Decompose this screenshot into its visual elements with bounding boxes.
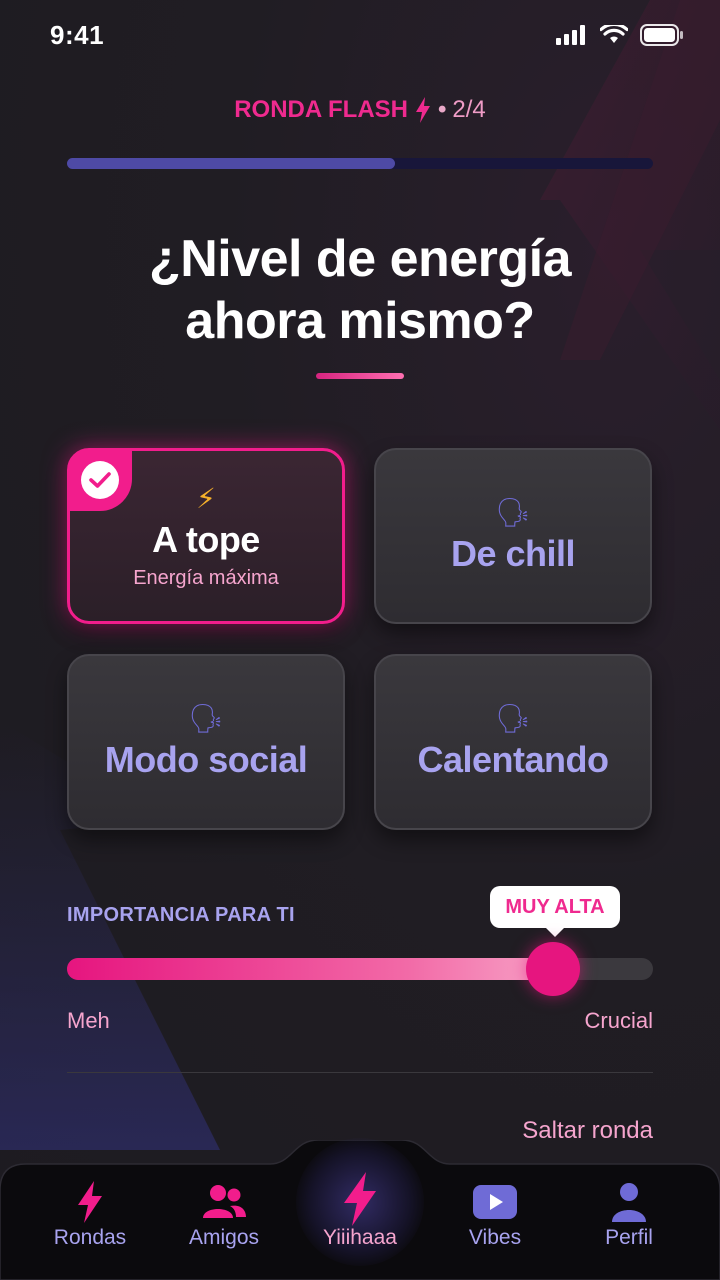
- lightning-icon: [78, 1181, 102, 1223]
- title-underline: [316, 373, 404, 379]
- importance-tooltip: MUY ALTA: [490, 886, 620, 937]
- selected-check-badge: [68, 449, 132, 511]
- separator-dot: •: [437, 96, 447, 123]
- speaking-head-icon: 🗣: [188, 703, 224, 734]
- check-icon: [89, 472, 111, 488]
- importance-label: IMPORTANCIA PARA TI: [67, 904, 295, 926]
- background: [0, 0, 720, 1280]
- question-title: ¿Nivel de energía ahora mismo?: [60, 228, 660, 352]
- round-progress-bar: [67, 158, 653, 169]
- round-name: RONDA FLASH: [234, 96, 408, 123]
- status-icons: [556, 24, 684, 46]
- speaking-head-icon: 🗣: [495, 497, 531, 528]
- tab-label: Vibes: [468, 1226, 522, 1249]
- tab-label: Perfil: [605, 1226, 653, 1249]
- question-line-1: ¿Nivel de energía: [148, 230, 572, 288]
- tab-vibes[interactable]: Vibes: [435, 1182, 555, 1250]
- option-card-a-tope[interactable]: ⚡ A tope Energía máxima: [67, 448, 345, 624]
- option-title: De chill: [450, 533, 576, 574]
- option-card-de-chill[interactable]: 🗣 De chill: [374, 448, 652, 624]
- tab-perfil[interactable]: Perfil: [569, 1182, 689, 1250]
- video-icon: [473, 1185, 517, 1219]
- lightning-emoji-icon: ⚡: [196, 482, 216, 514]
- scale-max-label: Crucial: [584, 1008, 653, 1033]
- round-label: RONDA FLASH • 2/4: [0, 96, 720, 124]
- friends-icon: [203, 1185, 246, 1218]
- option-title: A tope: [152, 518, 260, 560]
- signal-icon: [556, 25, 585, 45]
- divider: [67, 1072, 653, 1073]
- tab-yiiihaaa[interactable]: Yiiihaaa: [300, 1172, 420, 1250]
- tab-label: Yiiihaaa: [323, 1226, 397, 1249]
- tab-amigos[interactable]: Amigos: [164, 1182, 284, 1250]
- option-subtitle: Energía máxima: [133, 566, 279, 589]
- person-icon: [612, 1183, 646, 1222]
- battery-icon: [640, 24, 683, 46]
- option-title: Calentando: [417, 739, 609, 780]
- option-title: Modo social: [104, 739, 308, 780]
- question-line-2: ahora mismo?: [185, 292, 535, 350]
- status-bar: 9:41: [0, 0, 720, 72]
- wifi-icon: [600, 25, 628, 43]
- importance-slider-fill: [67, 958, 554, 980]
- tab-bar: Rondas Amigos Yiiihaaa Vibes Perfil: [0, 1138, 720, 1280]
- tab-rondas[interactable]: Rondas: [30, 1181, 150, 1250]
- tab-label: Rondas: [53, 1226, 127, 1249]
- tab-label: Amigos: [188, 1226, 260, 1249]
- importance-slider-thumb[interactable]: [526, 942, 581, 996]
- option-card-calentando[interactable]: 🗣 Calentando: [374, 654, 652, 830]
- importance-slider[interactable]: [67, 942, 653, 996]
- speaking-head-icon: 🗣: [495, 703, 531, 734]
- lightning-icon: [415, 97, 430, 123]
- round-count: 2/4: [452, 96, 486, 123]
- status-time: 9:41: [50, 20, 105, 50]
- lightning-icon: [344, 1172, 376, 1226]
- option-card-modo-social[interactable]: 🗣 Modo social: [67, 654, 345, 830]
- round-progress-fill: [67, 158, 396, 169]
- scale-min-label: Meh: [67, 1008, 110, 1033]
